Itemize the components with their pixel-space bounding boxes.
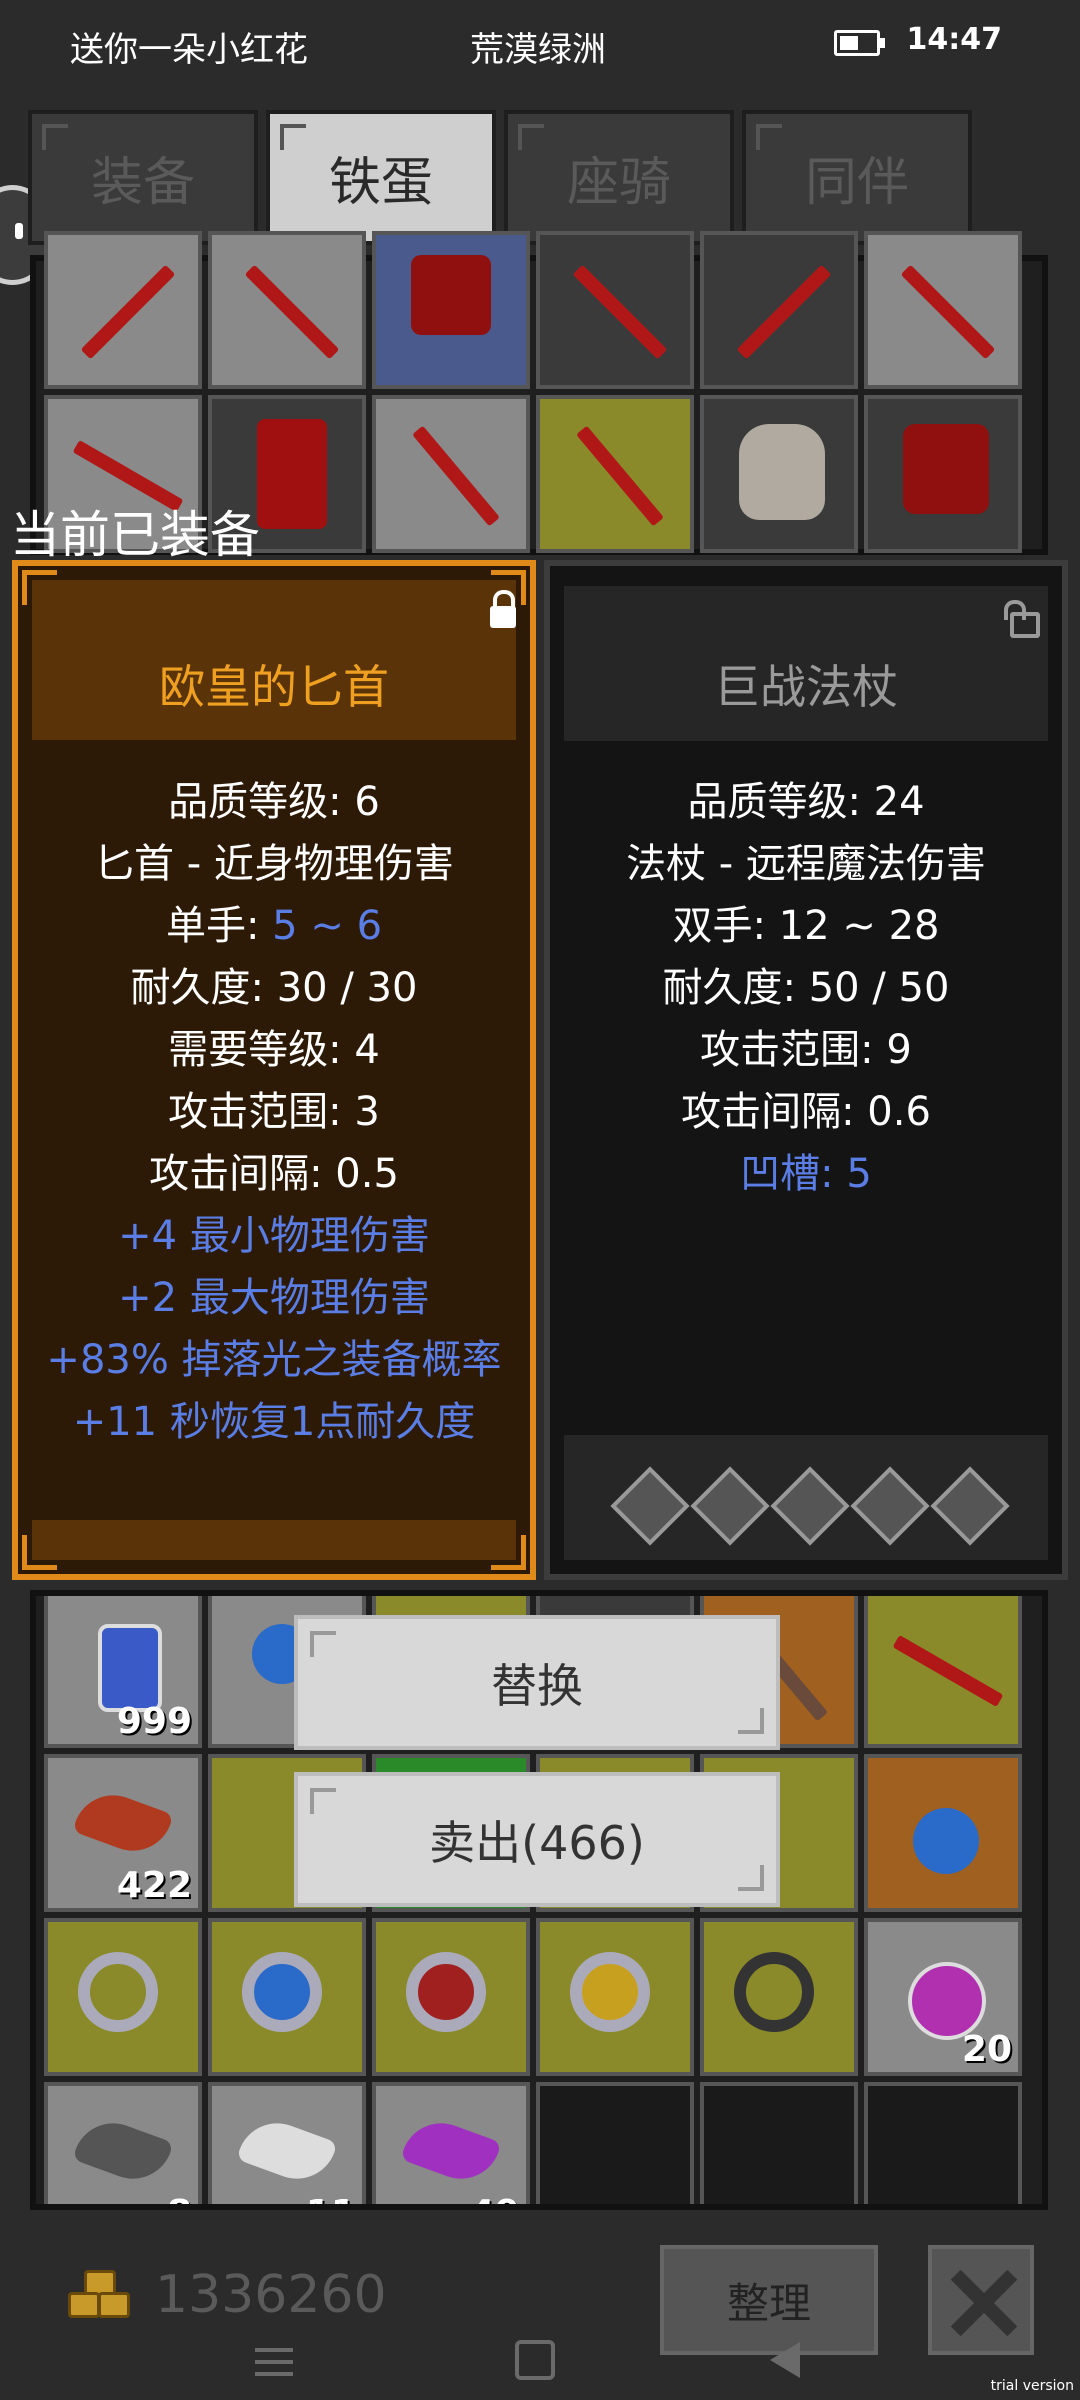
item-slot-ring-red[interactable] <box>372 1918 530 2076</box>
status-left-text: 送你一朵小红花 <box>70 30 308 70</box>
item-detail-panel-equipped: 巨战法杖 品质等级: 24 法杖 - 远程魔法伤害 双手: 12 ~ 28 耐久… <box>544 560 1068 1580</box>
stat-line: 品质等级: 24 <box>687 779 925 825</box>
stat-line: 品质等级: 6 <box>168 779 380 825</box>
stat-line: 耐久度: 30 / 30 <box>130 965 418 1011</box>
item-title: 欧皇的匕首 <box>159 660 389 714</box>
item-slot-skull-helm[interactable] <box>700 395 858 553</box>
bonus-line: +2 最大物理伤害 <box>118 1275 430 1321</box>
lock-icon[interactable] <box>490 590 516 628</box>
status-time: 14:47 <box>906 22 1003 57</box>
socket-line: 凹槽: 5 <box>740 1151 872 1197</box>
tab-equipment[interactable]: 装备 <box>28 110 258 245</box>
item-slot-hammer[interactable] <box>208 231 366 389</box>
back-icon[interactable] <box>770 2342 800 2378</box>
equipped-item-stats: 品质等级: 24 法杖 - 远程魔法伤害 双手: 12 ~ 28 耐久度: 50… <box>550 771 1062 1205</box>
item-slot-white-feather[interactable]: 11 <box>208 2082 366 2204</box>
gold-coins-icon <box>68 2270 130 2320</box>
stat-line: 法杖 - 远程魔法伤害 <box>626 841 986 887</box>
item-slot-potion[interactable]: 999 <box>44 1596 202 1748</box>
stat-line: 攻击间隔: 0.5 <box>149 1151 399 1197</box>
stat-line: 攻击间隔: 0.6 <box>681 1089 931 1135</box>
sell-button[interactable]: 卖出(466) <box>294 1772 780 1907</box>
item-detail-panel-new: 欧皇的匕首 品质等级: 6 匕首 - 近身物理伤害 单手: 5 ~ 6 耐久度:… <box>12 560 536 1580</box>
system-nav-bar <box>0 2320 1080 2400</box>
category-tabs: 装备 铁蛋 座骑 同伴 <box>28 110 988 245</box>
item-slot-armor[interactable] <box>372 231 530 389</box>
item-slot-gray-feather[interactable]: 8 <box>44 2082 202 2204</box>
replace-button[interactable]: 替换 <box>294 1615 780 1750</box>
item-slot-bow[interactable] <box>864 1596 1022 1748</box>
item-slot-pick[interactable] <box>700 231 858 389</box>
item-slot-ring-dark[interactable] <box>44 1918 202 2076</box>
item-slot-empty[interactable] <box>536 2082 694 2204</box>
item-stats: 品质等级: 6 匕首 - 近身物理伤害 单手: 5 ~ 6 耐久度: 30 / … <box>18 771 530 1453</box>
item-slot-chestplate[interactable] <box>864 395 1022 553</box>
bonus-line: +11 秒恢复1点耐久度 <box>72 1399 476 1445</box>
item-slot-ring-gold[interactable] <box>536 1918 694 2076</box>
trial-watermark: trial version <box>990 2378 1074 2394</box>
home-icon[interactable] <box>515 2340 555 2380</box>
item-slot-battleaxe[interactable] <box>372 395 530 553</box>
status-bar: 送你一朵小红花 荒漠绿洲 14:47 <box>0 0 1080 90</box>
battery-icon <box>834 30 885 56</box>
item-slot-red-feather[interactable]: 422 <box>44 1754 202 1912</box>
menu-icon[interactable] <box>255 2348 293 2376</box>
equipped-item-title: 巨战法杖 <box>714 660 898 714</box>
item-slot-empty[interactable] <box>864 2082 1022 2204</box>
item-slot-sword[interactable] <box>536 231 694 389</box>
equipped-label: 当前已装备 <box>10 506 260 564</box>
bonus-line: +4 最小物理伤害 <box>118 1213 430 1259</box>
stat-line: 攻击范围: 3 <box>168 1089 380 1135</box>
item-slot-axe[interactable] <box>44 231 202 389</box>
stat-line: 耐久度: 50 / 50 <box>662 965 950 1011</box>
stat-line: 攻击范围: 9 <box>700 1027 912 1073</box>
item-slot-horned-helm[interactable] <box>864 1754 1022 1912</box>
tab-iron-egg[interactable]: 铁蛋 <box>266 110 496 245</box>
gold-amount: 1336260 <box>155 2265 387 2325</box>
stat-line: 单手: 5 ~ 6 <box>165 903 383 949</box>
item-slot-ring-blue[interactable] <box>208 1918 366 2076</box>
stat-line: 需要等级: 4 <box>168 1027 380 1073</box>
item-slot-purple-feather[interactable]: 49 <box>372 2082 530 2204</box>
item-slot-ring-black[interactable] <box>700 1918 858 2076</box>
item-slot-halberd[interactable] <box>536 395 694 553</box>
unlock-icon[interactable] <box>1004 600 1040 638</box>
item-slot-pink-potion[interactable]: 20 <box>864 1918 1022 2076</box>
item-slot-empty[interactable] <box>700 2082 858 2204</box>
tab-mount[interactable]: 座骑 <box>504 110 734 245</box>
tab-companion[interactable]: 同伴 <box>742 110 972 245</box>
bonus-line: +83% 掉落光之装备概率 <box>46 1337 502 1383</box>
item-slot-staff[interactable] <box>864 231 1022 389</box>
stat-line: 匕首 - 近身物理伤害 <box>94 841 454 887</box>
stat-line: 双手: 12 ~ 28 <box>672 903 940 949</box>
status-center-text: 荒漠绿洲 <box>470 30 606 70</box>
